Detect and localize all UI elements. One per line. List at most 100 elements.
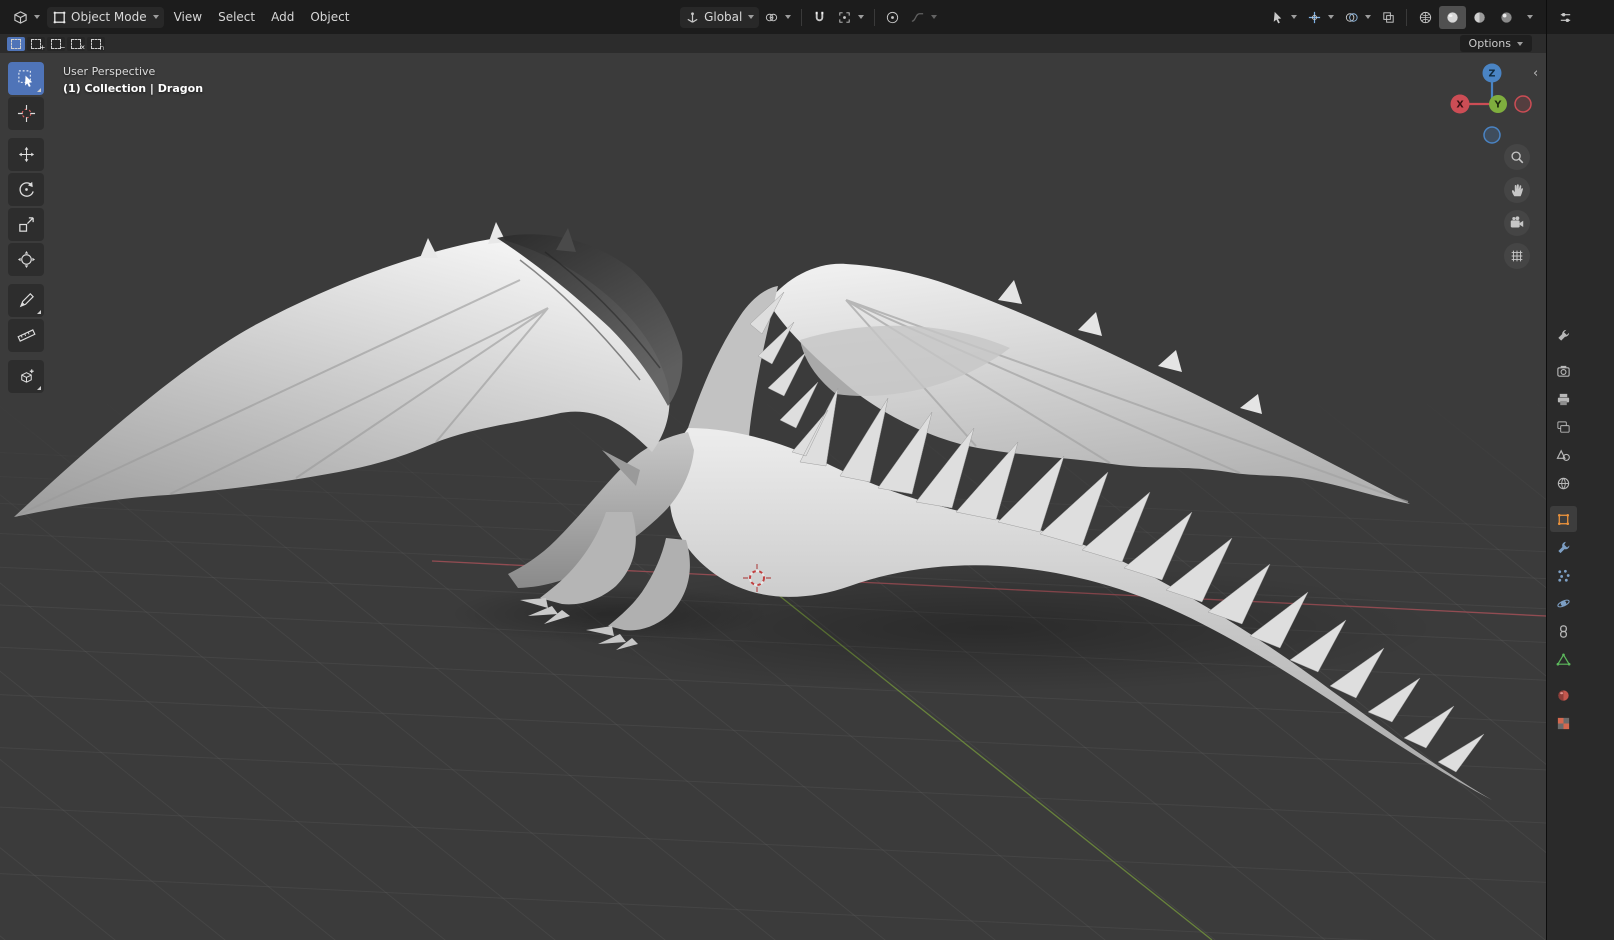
- chevron-down-icon: [931, 15, 938, 19]
- gizmo-y-label: Y: [1494, 100, 1502, 111]
- gizmo-x-neg-ball[interactable]: [1514, 95, 1532, 113]
- chevron-down-icon: [34, 15, 40, 19]
- pivot-dropdown[interactable]: [759, 7, 796, 28]
- select-mode-set[interactable]: [7, 36, 25, 51]
- mode-label: Object Mode: [71, 10, 147, 24]
- chevron-down-icon: [152, 15, 159, 19]
- toolbar: [8, 62, 44, 393]
- shading-wireframe-button[interactable]: [1412, 6, 1439, 29]
- options-button[interactable]: Options: [1459, 35, 1532, 52]
- properties-editor-selector[interactable]: [1556, 8, 1575, 27]
- falloff-dropdown[interactable]: [905, 7, 942, 28]
- tool-add-cube[interactable]: [8, 360, 44, 393]
- viewport-header: Object Mode View Select Add Object Global: [0, 0, 1546, 34]
- properties-tab-strip: [1550, 322, 1577, 736]
- tool-transform[interactable]: [8, 243, 44, 276]
- properties-tab-object-data[interactable]: [1550, 646, 1577, 672]
- properties-tab-material[interactable]: [1550, 682, 1577, 708]
- subtool-indicator: [37, 88, 41, 92]
- select-mode-group: + − × ∩: [7, 36, 105, 52]
- select-mode-intersect[interactable]: ∩: [87, 36, 105, 52]
- tool-measure[interactable]: [8, 319, 44, 352]
- shading-mode-buttons: [1412, 5, 1520, 29]
- menu-object[interactable]: Object: [302, 7, 357, 27]
- properties-tab-world[interactable]: [1550, 470, 1577, 496]
- select-mode-extend[interactable]: +: [27, 36, 45, 52]
- properties-panel: [1546, 34, 1614, 940]
- xray-toggle[interactable]: [1376, 7, 1401, 28]
- chevron-down-icon: [785, 15, 792, 19]
- properties-tab-scene[interactable]: [1550, 442, 1577, 468]
- viewport-nav-buttons: [1504, 144, 1530, 269]
- chevron-down-icon: [748, 15, 755, 19]
- viewport-editor-icon: [13, 10, 28, 25]
- tool-annotate[interactable]: [8, 284, 44, 317]
- properties-tab-render[interactable]: [1550, 358, 1577, 384]
- chevron-down-icon: [1328, 15, 1334, 19]
- properties-tab-constraints[interactable]: [1550, 618, 1577, 644]
- collection-object-label: (1) Collection | Dragon: [63, 82, 204, 95]
- view-perspective-label: User Perspective: [63, 65, 156, 78]
- menu-select[interactable]: Select: [210, 7, 263, 27]
- menu-bar: View Select Add Object: [166, 7, 358, 27]
- menu-view[interactable]: View: [166, 7, 210, 27]
- chevron-down-icon: [1517, 41, 1523, 46]
- properties-tab-particles[interactable]: [1550, 562, 1577, 588]
- nav-perspective-toggle-button[interactable]: [1504, 243, 1530, 269]
- viewport-3d[interactable]: [0, 0, 1546, 940]
- overlays-dropdown[interactable]: [1339, 7, 1376, 28]
- properties-tab-tool[interactable]: [1550, 322, 1577, 348]
- object-visibility-dropdown[interactable]: [1265, 7, 1302, 28]
- shading-material-preview-button[interactable]: [1466, 6, 1493, 29]
- subtool-indicator: [37, 386, 41, 390]
- proportional-editing-icon: [885, 10, 900, 25]
- gizmos-icon: [1307, 10, 1322, 25]
- separator: [1406, 8, 1407, 26]
- orientation-label: Global: [704, 10, 743, 24]
- nav-pan-button[interactable]: [1504, 177, 1530, 203]
- tool-settings-bar: + − × ∩ Options: [0, 34, 1546, 53]
- shading-rendered-button[interactable]: [1493, 6, 1520, 29]
- select-mode-invert[interactable]: ×: [67, 36, 85, 52]
- navigation-gizmo[interactable]: Z X Y: [1443, 56, 1543, 148]
- editor-type-selector[interactable]: [8, 7, 45, 28]
- xray-icon: [1381, 10, 1396, 25]
- properties-tab-output[interactable]: [1550, 386, 1577, 412]
- dragon-model[interactable]: [14, 222, 1492, 800]
- tool-move[interactable]: [8, 138, 44, 171]
- chevron-down-icon: [858, 15, 865, 19]
- tool-cursor[interactable]: [8, 97, 44, 130]
- chevron-down-icon: [1365, 15, 1371, 19]
- properties-tab-view-layer[interactable]: [1550, 414, 1577, 440]
- gizmo-x-label: X: [1456, 100, 1464, 111]
- gizmo-z-neg-ball[interactable]: [1483, 126, 1501, 144]
- properties-tab-texture[interactable]: [1550, 710, 1577, 736]
- orientation-dropdown[interactable]: Global: [680, 6, 760, 28]
- menu-add[interactable]: Add: [263, 7, 302, 27]
- object-mode-icon: [52, 10, 67, 25]
- tool-select-box[interactable]: [8, 62, 44, 95]
- properties-tab-object[interactable]: [1550, 506, 1577, 532]
- sidebar-toggle[interactable]: ‹: [1533, 66, 1538, 81]
- proportional-editing-toggle[interactable]: [880, 7, 905, 28]
- selectability-visibility-icon: [1270, 10, 1285, 25]
- gizmos-dropdown[interactable]: [1302, 7, 1339, 28]
- snap-target-icon: [837, 10, 852, 25]
- properties-tab-modifiers[interactable]: [1550, 534, 1577, 560]
- shading-dropdown[interactable]: [1520, 12, 1538, 22]
- shading-solid-button[interactable]: [1439, 5, 1466, 29]
- properties-tab-physics[interactable]: [1550, 590, 1577, 616]
- snap-settings-dropdown[interactable]: [832, 7, 869, 28]
- subtool-indicator: [37, 310, 41, 314]
- properties-editor-header: [1546, 0, 1614, 34]
- select-mode-subtract[interactable]: −: [47, 36, 65, 52]
- tool-scale[interactable]: [8, 208, 44, 241]
- nav-camera-view-button[interactable]: [1504, 210, 1530, 236]
- mode-dropdown[interactable]: Object Mode: [47, 6, 164, 28]
- tool-rotate[interactable]: [8, 173, 44, 206]
- nav-zoom-button[interactable]: [1504, 144, 1530, 170]
- chevron-down-icon: [1291, 15, 1297, 19]
- transform-controls: Global: [680, 6, 942, 28]
- snap-toggle[interactable]: [807, 7, 832, 28]
- overlays-icon: [1344, 10, 1359, 25]
